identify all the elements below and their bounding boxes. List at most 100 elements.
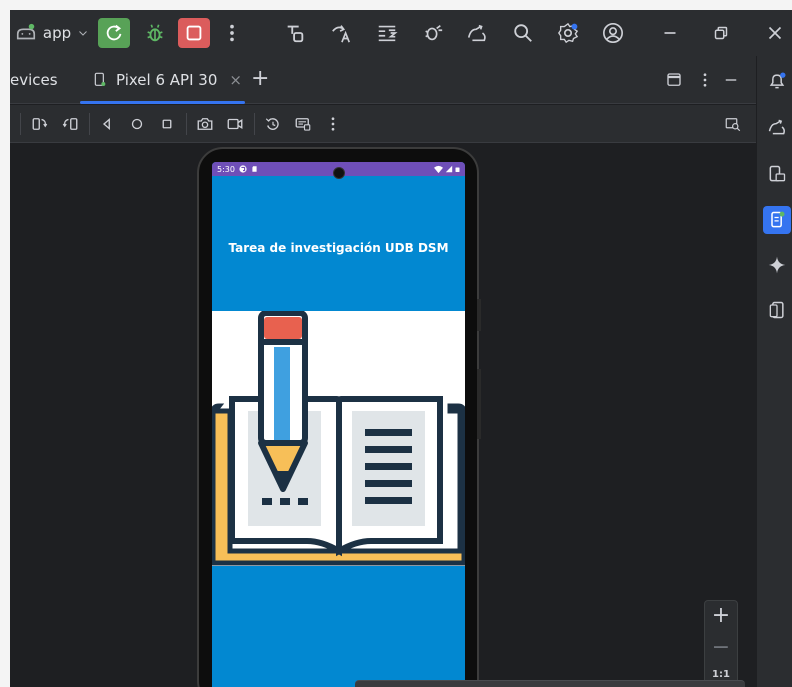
zoom-in-button[interactable]: + [705,603,737,631]
zoom-out-button[interactable]: − [705,635,737,661]
keyboard-icon [294,115,312,133]
zoom-actual-size-button[interactable]: 1:1 [705,669,737,680]
close-button[interactable] [760,18,790,48]
device-manager-button[interactable] [764,297,790,323]
zoom-region-button[interactable] [722,113,744,135]
running-devices-button[interactable] [763,206,791,234]
back-button[interactable] [96,113,118,135]
profiler-icon [422,22,444,44]
phone-screen[interactable]: 5:30 Tarea de investigación UDB DSM [212,162,465,687]
notifications-button[interactable] [764,68,790,94]
bottom-popup-panel [355,680,745,687]
device-tab-bar: evices Pixel 6 API 30 × + [10,56,756,104]
main-toolbar: app [10,10,792,56]
home-icon [128,115,146,133]
device-mirror-icon [466,22,488,44]
notification-icon [239,165,247,173]
device-mirror-icon [767,117,787,137]
right-tool-window-bar [756,56,792,687]
gradle-sync-button[interactable] [280,18,310,48]
window-layout-icon[interactable] [665,71,683,89]
overview-icon [158,115,176,133]
phone-device-frame: 5:30 Tarea de investigación UDB DSM [197,147,481,687]
rerun-button[interactable] [98,18,130,48]
hide-panel-icon[interactable] [722,71,740,89]
settings-icon [557,22,579,44]
bell-icon [767,71,787,91]
more-button[interactable] [220,18,244,48]
emulator-more-button[interactable] [322,113,344,135]
gemini-button[interactable] [764,252,790,278]
screen-record-button[interactable] [224,113,246,135]
restore-button[interactable] [706,18,736,48]
emulator-toolbar [10,105,756,143]
book-pencil-illustration [212,311,465,566]
running-devices-title: evices [10,71,58,89]
video-camera-icon [226,115,244,133]
minimize-icon [659,22,681,44]
app-screen-title: Tarea de investigación UDB DSM [228,241,449,255]
overview-button[interactable] [156,113,178,135]
camera-icon [196,115,214,133]
volume-button[interactable] [477,369,481,439]
snapshot-history-icon [264,115,282,133]
account-icon [602,22,624,44]
translate-button[interactable] [326,18,356,48]
debug-button[interactable] [140,18,170,48]
add-tab-icon[interactable]: + [251,66,269,91]
rotate-right-icon [61,115,79,133]
settings-button[interactable] [553,18,583,48]
rotate-left-button[interactable] [29,113,51,135]
restore-icon [710,22,732,44]
search-icon [512,22,534,44]
running-devices-panel: evices Pixel 6 API 30 × + 5:30 Tarea de … [10,56,756,687]
more-vert-icon [221,22,243,44]
sparkle-icon [767,255,787,275]
signal-icon [445,165,453,173]
debug-icon [144,22,166,44]
device-icon [92,72,108,88]
profiler-button[interactable] [418,18,448,48]
android-icon [15,22,37,44]
tab-label: Pixel 6 API 30 [116,71,218,89]
status-time: 5:30 [217,164,235,174]
power-button[interactable] [477,299,481,331]
stop-icon [183,22,205,44]
zoom-controls: + − 1:1 [704,600,738,687]
running-devices-icon [767,210,787,230]
sd-card-icon [251,165,258,173]
rotate-right-button[interactable] [59,113,81,135]
tab-pixel-6-api-30[interactable]: Pixel 6 API 30 × [92,67,242,93]
account-button[interactable] [598,18,628,48]
screenshot-button[interactable] [194,113,216,135]
close-icon [764,22,786,44]
logcat-icon [376,22,398,44]
rerun-icon [103,22,125,44]
minimize-button[interactable] [655,18,685,48]
extended-controls-button[interactable] [292,113,314,135]
front-camera [333,167,345,179]
search-button[interactable] [508,18,538,48]
home-button[interactable] [126,113,148,135]
run-config-selector[interactable]: app [12,18,92,48]
translate-icon [330,22,352,44]
zoom-region-icon [724,115,742,133]
chevron-down-icon [77,27,89,39]
active-tab-indicator [80,101,245,104]
battery-icon [455,165,460,174]
device-mirror-button[interactable] [462,18,492,48]
logcat-button[interactable] [372,18,402,48]
book-pencil-icon [212,311,465,566]
more-vert-icon [324,115,342,133]
rotate-left-icon [31,115,49,133]
gradle-sync-icon [284,22,306,44]
run-config-label: app [42,24,72,42]
snapshots-button[interactable] [262,113,284,135]
back-icon [98,115,116,133]
device-explorer-button[interactable] [764,161,790,187]
wifi-icon [434,165,443,174]
tab-close-icon[interactable]: × [229,71,242,89]
device-mirroring-button[interactable] [764,114,790,140]
stop-button[interactable] [178,18,210,48]
panel-options-icon[interactable] [696,71,714,89]
